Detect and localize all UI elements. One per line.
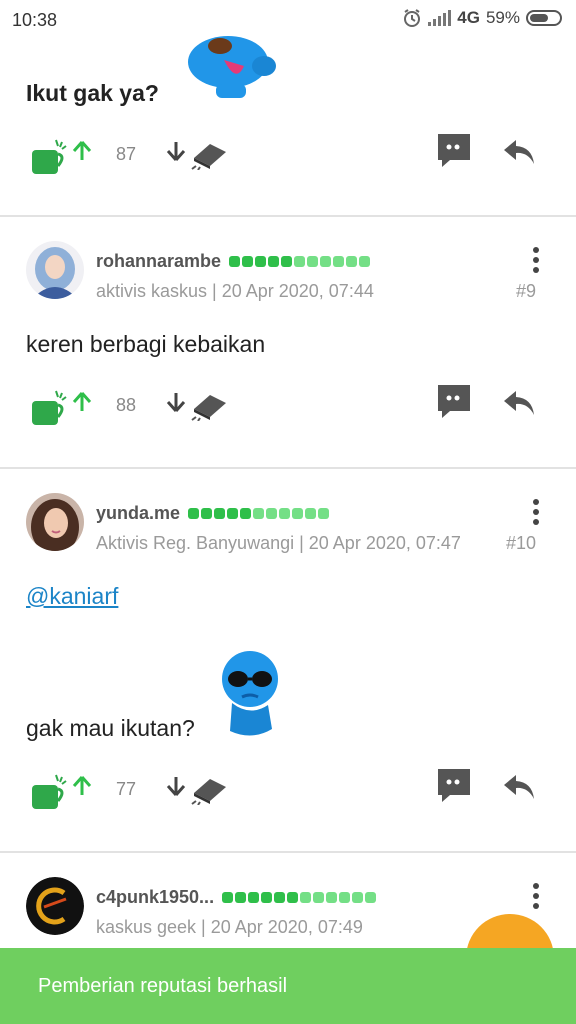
blue-mascot-emoticon [188, 36, 276, 98]
reputation-bar [229, 256, 371, 267]
vote-count: 88 [116, 395, 137, 415]
vote-count: 77 [116, 779, 137, 799]
post-9: rohannarambe aktivis kaskus | 20 Apr 202… [0, 217, 576, 467]
username[interactable]: rohannarambe [96, 251, 221, 272]
post-meta: Aktivis Reg. Banyuwangi | 20 Apr 2020, 0… [96, 533, 461, 553]
downvote-icon[interactable] [166, 140, 186, 162]
upvote-icon[interactable] [72, 775, 92, 797]
avatar[interactable] [26, 493, 84, 551]
quote-comment-icon[interactable] [436, 767, 472, 803]
eraser-icon[interactable] [190, 387, 230, 421]
reputation-bar [188, 508, 330, 519]
more-options-icon[interactable] [532, 247, 540, 273]
post-actions: 87 [0, 130, 576, 180]
post-body-text: keren berbagi kebaikan [26, 331, 266, 357]
blue-mascot-sunglasses-emoticon [222, 651, 278, 736]
username-row[interactable]: rohannarambe [96, 251, 371, 272]
snackbar-toast: Pemberian reputasi berhasil [0, 948, 576, 1024]
downvote-icon[interactable] [166, 775, 186, 797]
post-8: Ikut gak ya? 87 [0, 0, 576, 216]
avatar[interactable] [26, 877, 84, 935]
post-number[interactable]: #10 [506, 533, 536, 554]
quote-comment-icon[interactable] [436, 383, 472, 419]
username[interactable]: yunda.me [96, 503, 180, 524]
post-actions: 77 [0, 765, 576, 815]
cendol-icon[interactable] [30, 136, 70, 176]
post-body-text: gak mau ikutan? [26, 715, 195, 741]
toast-message: Pemberian reputasi berhasil [38, 975, 288, 997]
more-options-icon[interactable] [532, 883, 540, 909]
upvote-icon[interactable] [72, 140, 92, 162]
username-row[interactable]: c4punk1950... [96, 887, 377, 908]
downvote-icon[interactable] [166, 391, 186, 413]
cendol-icon[interactable] [30, 387, 70, 427]
reputation-bar [222, 892, 377, 903]
post-meta: aktivis kaskus | 20 Apr 2020, 07:44 [96, 281, 374, 301]
post-body-text: Ikut gak ya? [26, 80, 159, 106]
reply-icon[interactable] [502, 771, 536, 801]
cendol-icon[interactable] [30, 771, 70, 811]
eraser-icon[interactable] [190, 136, 230, 170]
upvote-icon[interactable] [72, 391, 92, 413]
avatar[interactable] [26, 241, 84, 299]
quote-comment-icon[interactable] [436, 132, 472, 168]
username-row[interactable]: yunda.me [96, 503, 330, 524]
more-options-icon[interactable] [532, 499, 540, 525]
post-meta: kaskus geek | 20 Apr 2020, 07:49 [96, 917, 363, 937]
user-mention-link[interactable]: @kaniarf [26, 583, 118, 610]
vote-count: 87 [116, 144, 137, 164]
eraser-icon[interactable] [190, 771, 230, 805]
reply-icon[interactable] [502, 387, 536, 417]
username[interactable]: c4punk1950... [96, 887, 214, 908]
reply-icon[interactable] [502, 136, 536, 166]
post-number[interactable]: #9 [516, 281, 536, 302]
post-10: yunda.me Aktivis Reg. Banyuwangi | 20 Ap… [0, 469, 576, 851]
post-actions: 88 [0, 381, 576, 431]
